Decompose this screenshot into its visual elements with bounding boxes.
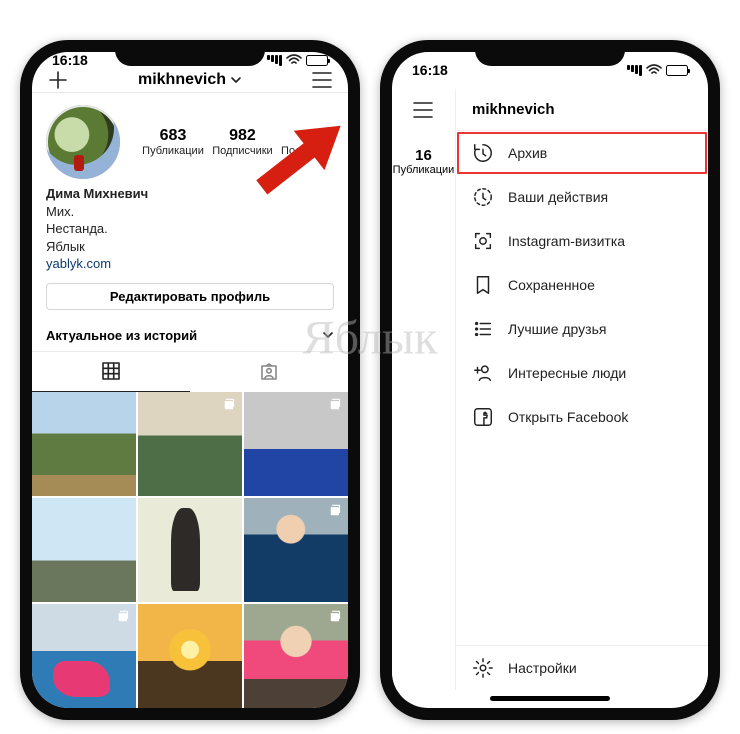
menu-item-facebook[interactable]: Открыть Facebook	[456, 395, 708, 439]
nametag-icon	[472, 230, 494, 252]
highlights-label: Актуальное из историй	[46, 328, 197, 343]
annotation-arrow	[240, 110, 360, 200]
gear-icon	[472, 657, 494, 679]
post-thumb[interactable]	[32, 392, 136, 496]
menu-label: Интересные люди	[508, 365, 626, 381]
menu-label: Ваши действия	[508, 189, 608, 205]
tagged-icon	[258, 361, 280, 383]
story-highlights-row[interactable]: Актуальное из историй	[32, 320, 348, 351]
menu-item-saved[interactable]: Сохраненное	[456, 263, 708, 307]
hamburger-icon	[412, 101, 434, 119]
carousel-icon	[329, 609, 343, 623]
facebook-icon	[472, 406, 494, 428]
battery-icon	[306, 55, 328, 66]
menu-button[interactable]	[392, 89, 455, 119]
notch	[115, 40, 265, 66]
menu-username: mikhnevich	[456, 89, 708, 131]
post-thumb[interactable]	[138, 498, 242, 602]
post-thumb[interactable]	[32, 604, 136, 708]
username-dropdown[interactable]: mikhnevich	[138, 71, 242, 89]
post-thumb[interactable]	[138, 604, 242, 708]
username-text: mikhnevich	[138, 71, 226, 89]
menu-item-activity[interactable]: Ваши действия	[456, 175, 708, 219]
menu-item-nametag[interactable]: Instagram-визитка	[456, 219, 708, 263]
bio-link[interactable]: yablyk.com	[46, 255, 334, 273]
bio-line-2: Нестанда.	[46, 220, 334, 238]
stat-posts[interactable]: 683 Публикации	[142, 127, 204, 157]
posts-grid	[32, 392, 348, 708]
post-thumb[interactable]	[244, 498, 348, 602]
battery-icon	[666, 65, 688, 76]
side-menu: mikhnevich Архив Ваши действия Instagram…	[456, 89, 708, 690]
menu-label: Архив	[508, 145, 547, 161]
list-icon	[472, 318, 494, 340]
hamburger-icon	[311, 71, 333, 89]
carousel-icon	[223, 397, 237, 411]
menu-item-archive[interactable]: Архив	[456, 131, 708, 175]
add-button[interactable]	[46, 68, 70, 92]
status-time: 16:18	[52, 52, 88, 68]
post-thumb[interactable]	[244, 392, 348, 496]
post-thumb[interactable]	[32, 498, 136, 602]
phone-right: 16:18 16 Публикации	[380, 40, 720, 720]
home-indicator	[392, 690, 708, 708]
post-thumb[interactable]	[244, 604, 348, 708]
menu-label: Лучшие друзья	[508, 321, 606, 337]
menu-button[interactable]	[310, 68, 334, 92]
archive-icon	[472, 142, 494, 164]
post-thumb[interactable]	[138, 392, 242, 496]
profile-tabs	[32, 351, 348, 392]
wifi-icon	[646, 64, 662, 76]
menu-item-close-friends[interactable]: Лучшие друзья	[456, 307, 708, 351]
menu-label: Открыть Facebook	[508, 409, 628, 425]
menu-item-discover[interactable]: Интересные люди	[456, 351, 708, 395]
screen-right: 16:18 16 Публикации	[392, 52, 708, 708]
add-user-icon	[472, 362, 494, 384]
menu-label: Instagram-визитка	[508, 233, 625, 249]
dimmed-profile: 16 Публикации	[392, 89, 456, 690]
status-indicators	[266, 54, 328, 66]
carousel-icon	[329, 397, 343, 411]
tab-tagged[interactable]	[190, 352, 348, 392]
cellular-icon	[626, 65, 642, 76]
status-indicators	[626, 64, 688, 76]
edit-profile-button[interactable]: Редактировать профиль	[46, 283, 334, 310]
menu-item-settings[interactable]: Настройки	[456, 646, 708, 690]
bookmark-icon	[472, 274, 494, 296]
carousel-icon	[329, 503, 343, 517]
menu-label: Сохраненное	[508, 277, 595, 293]
activity-icon	[472, 186, 494, 208]
avatar[interactable]	[46, 105, 120, 179]
stat-posts-count: 683	[142, 127, 204, 145]
status-time: 16:18	[412, 62, 448, 78]
bio-line-1: Мих.	[46, 203, 334, 221]
mini-stat-count: 16	[392, 147, 455, 164]
mini-stat-posts: 16 Публикации	[392, 119, 455, 176]
notch	[475, 40, 625, 66]
profile-header: mikhnevich	[32, 68, 348, 93]
menu-label: Настройки	[508, 660, 577, 676]
tab-grid[interactable]	[32, 352, 190, 392]
bio-line-3: Яблык	[46, 238, 334, 256]
cellular-icon	[266, 55, 282, 66]
wifi-icon	[286, 54, 302, 66]
mini-stat-label: Публикации	[392, 164, 455, 176]
carousel-icon	[117, 609, 131, 623]
chevron-down-icon	[230, 74, 242, 86]
grid-icon	[100, 360, 122, 382]
chevron-down-icon	[322, 329, 334, 341]
stat-posts-label: Публикации	[142, 145, 204, 157]
